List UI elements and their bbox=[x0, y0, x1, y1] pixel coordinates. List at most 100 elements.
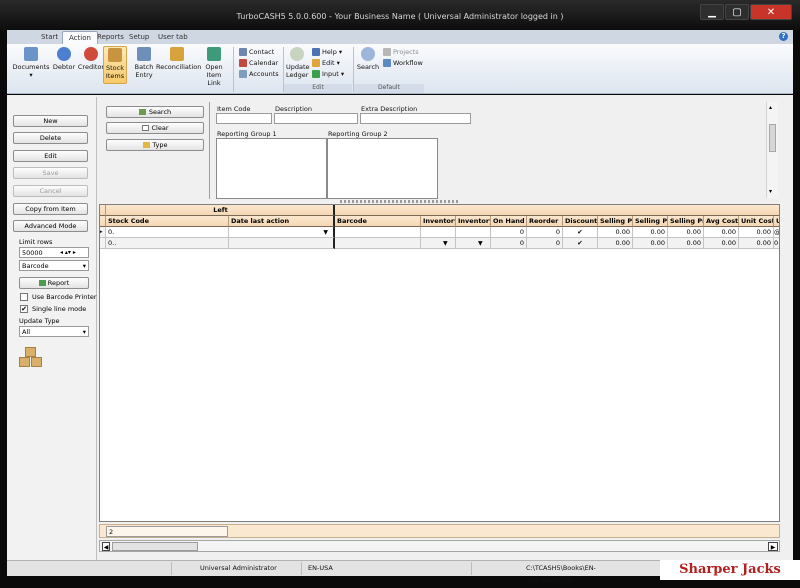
col-unit-cost[interactable]: Unit Cost bbox=[739, 216, 774, 227]
clear-filter-button[interactable]: Clear bbox=[106, 122, 204, 134]
update-type-select[interactable]: All ▾ bbox=[19, 326, 89, 337]
cell-selling-price-1[interactable]: 0.00 bbox=[598, 238, 633, 249]
cell-selling-price-2[interactable]: 0.00 bbox=[633, 238, 668, 249]
calendar-link[interactable]: Calendar bbox=[239, 58, 279, 69]
chevron-down-icon[interactable]: ▼ bbox=[478, 238, 483, 248]
chevron-down-icon[interactable]: ▼ bbox=[443, 238, 448, 248]
reporting-group-1-list[interactable] bbox=[216, 138, 327, 199]
cell-on-hand[interactable]: 0 bbox=[491, 227, 527, 238]
cell-unit-cost[interactable]: 0.00 bbox=[739, 227, 774, 238]
cell-inventory-1[interactable] bbox=[421, 227, 456, 238]
type-filter-button[interactable]: Type bbox=[106, 139, 204, 151]
close-button[interactable]: ✕ bbox=[750, 4, 792, 20]
help-icon[interactable]: ? bbox=[779, 32, 788, 41]
cell-barcode[interactable] bbox=[335, 238, 421, 249]
stock-items-button[interactable]: Stock Items bbox=[103, 46, 127, 84]
col-barcode[interactable]: Barcode bbox=[335, 216, 421, 227]
col-inventory-1[interactable]: Inventory bbox=[421, 216, 456, 227]
splitter-handle[interactable] bbox=[340, 200, 460, 203]
report-button[interactable]: Report bbox=[19, 277, 89, 289]
search-filter-button[interactable]: Search bbox=[106, 106, 204, 118]
cell-selling-price-1[interactable]: 0.00 bbox=[598, 227, 633, 238]
cell-inventory-1[interactable]: ▼ bbox=[421, 238, 456, 249]
cell-barcode[interactable] bbox=[335, 227, 421, 238]
search-button[interactable]: Search bbox=[356, 47, 380, 71]
limit-rows-spinner[interactable]: 50000 ◂ ▴▾ ▸ bbox=[19, 247, 89, 258]
delete-button[interactable]: Delete bbox=[13, 132, 88, 144]
scroll-up-icon[interactable]: ▴ bbox=[769, 104, 772, 111]
cell-reorder[interactable]: 0 bbox=[527, 227, 563, 238]
col-on-hand[interactable]: On Hand bbox=[491, 216, 527, 227]
horizontal-scroll-thumb[interactable] bbox=[112, 542, 198, 551]
tab-start[interactable]: Start bbox=[35, 31, 64, 44]
accounts-link[interactable]: Accounts bbox=[239, 69, 279, 80]
scroll-right-icon[interactable]: ▶ bbox=[768, 542, 778, 551]
copy-from-item-button[interactable]: Copy from Item bbox=[13, 203, 88, 215]
horizontal-scrollbar[interactable]: ◀ ▶ bbox=[99, 540, 780, 552]
description-input[interactable] bbox=[274, 113, 358, 124]
col-selling-price-1[interactable]: Selling Pric bbox=[598, 216, 633, 227]
cell-on-hand[interactable]: 0 bbox=[491, 238, 527, 249]
contact-link[interactable]: Contact bbox=[239, 47, 279, 58]
reconciliation-button[interactable]: Reconciliation bbox=[156, 47, 201, 71]
cell-stock-code[interactable]: 0. bbox=[106, 227, 229, 238]
cell-date-last-action[interactable]: ▼ bbox=[229, 227, 335, 238]
new-button[interactable]: New bbox=[13, 115, 88, 127]
single-line-mode-checkbox[interactable]: ✔ bbox=[20, 305, 28, 313]
cell-avg-cost[interactable]: 0.00 bbox=[704, 238, 739, 249]
scan-mode-select[interactable]: Barcode ▾ bbox=[19, 260, 89, 271]
tab-user[interactable]: User tab bbox=[152, 31, 194, 44]
edit-button[interactable]: Edit bbox=[13, 150, 88, 162]
update-ledger-button[interactable]: Update Ledger bbox=[286, 47, 310, 79]
scroll-left-icon[interactable]: ◀ bbox=[102, 542, 110, 551]
cell-selling-price-3[interactable]: 0.00 bbox=[668, 238, 704, 249]
cell-inventory-2[interactable]: ▼ bbox=[456, 238, 491, 249]
reporting-group-2-list[interactable] bbox=[327, 138, 438, 199]
debtor-button[interactable]: Debtor bbox=[50, 47, 78, 71]
cell-stock-code[interactable]: 0.. bbox=[106, 238, 229, 249]
tab-setup[interactable]: Setup bbox=[123, 31, 155, 44]
cancel-button[interactable]: Cancel bbox=[13, 185, 88, 197]
item-code-input[interactable] bbox=[216, 113, 272, 124]
projects-link[interactable]: Projects bbox=[383, 47, 423, 58]
cell-date-last-action[interactable] bbox=[229, 238, 335, 249]
scroll-thumb[interactable] bbox=[769, 124, 776, 152]
edit-menu[interactable]: Edit ▾ bbox=[312, 58, 344, 69]
batch-entry-button[interactable]: Batch Entry bbox=[131, 47, 157, 79]
col-selling-price-2[interactable]: Selling Pric bbox=[633, 216, 668, 227]
stock-grid[interactable]: Left Stock Code Date last action Barcode… bbox=[99, 204, 780, 522]
cell-selling-price-3[interactable]: 0.00 bbox=[668, 227, 704, 238]
cell-discount-checkbox[interactable]: ✔ bbox=[563, 227, 598, 238]
documents-button[interactable]: Documents ▾ bbox=[11, 47, 51, 79]
workflow-link[interactable]: Workflow bbox=[383, 58, 423, 69]
use-barcode-printer-checkbox[interactable] bbox=[20, 293, 28, 301]
cell-discount-checkbox[interactable]: ✔ bbox=[563, 238, 598, 249]
spinner-arrows-icon[interactable]: ◂ ▴▾ ▸ bbox=[60, 248, 76, 258]
cell-unit-cost[interactable]: 0.00 bbox=[739, 238, 774, 249]
filter-scrollbar[interactable]: ▴ ▾ bbox=[766, 102, 778, 198]
help-menu[interactable]: Help ▾ bbox=[312, 47, 344, 58]
maximize-button[interactable]: ▢ bbox=[725, 4, 749, 20]
minimize-button[interactable]: ▁ bbox=[700, 4, 724, 20]
col-inventory-2[interactable]: Inventory bbox=[456, 216, 491, 227]
cell-u[interactable]: 0 bbox=[774, 238, 779, 249]
col-selling-price-3[interactable]: Selling Pric bbox=[668, 216, 704, 227]
cell-reorder[interactable]: 0 bbox=[527, 238, 563, 249]
col-u[interactable]: U bbox=[774, 216, 779, 227]
col-avg-cost[interactable]: Avg Cost bbox=[704, 216, 739, 227]
open-item-link-button[interactable]: Open Item Link bbox=[198, 47, 230, 87]
advanced-mode-button[interactable]: Advanced Mode bbox=[13, 220, 88, 232]
cell-inventory-2[interactable] bbox=[456, 227, 491, 238]
cell-u[interactable]: @ bbox=[774, 227, 779, 238]
col-reorder[interactable]: Reorder bbox=[527, 216, 563, 227]
cell-avg-cost[interactable]: 0.00 bbox=[704, 227, 739, 238]
col-discount[interactable]: Discount bbox=[563, 216, 598, 227]
creditor-button[interactable]: Creditor bbox=[76, 47, 106, 71]
col-stock-code[interactable]: Stock Code bbox=[106, 216, 229, 227]
scroll-down-icon[interactable]: ▾ bbox=[769, 188, 772, 195]
input-menu[interactable]: Input ▾ bbox=[312, 69, 344, 80]
chevron-down-icon[interactable]: ▼ bbox=[323, 227, 328, 237]
save-button[interactable]: Save bbox=[13, 167, 88, 179]
cell-selling-price-2[interactable]: 0.00 bbox=[633, 227, 668, 238]
col-date-last-action[interactable]: Date last action bbox=[229, 216, 335, 227]
